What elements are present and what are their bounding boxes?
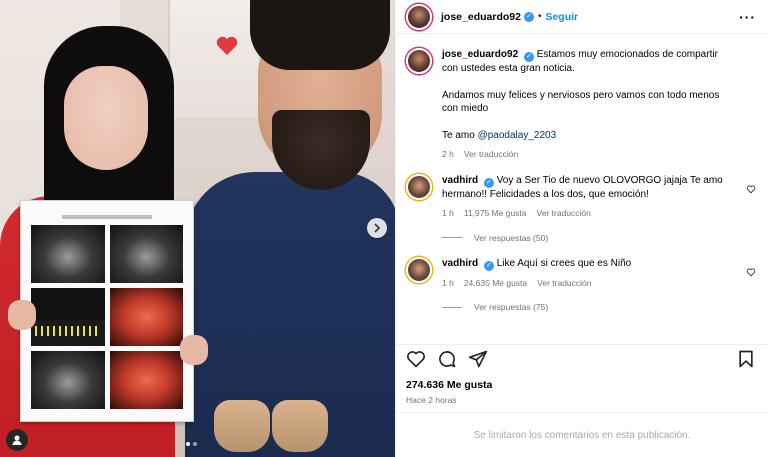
ultrasound-sheet [20,200,194,422]
photo-shelf [168,0,258,118]
more-options-icon[interactable]: ··· [739,9,756,25]
caption-username[interactable]: jose_eduardo92 [442,49,518,60]
post-side-panel: jose_eduardo92 ✓ • Seguir ··· jose_eduar… [395,0,768,457]
header-separator: • [537,11,542,22]
ultrasound-grid [31,225,183,409]
author-username[interactable]: jose_eduardo92 [441,11,521,23]
view-replies-label: Ver respuestas (50) [474,232,549,243]
comments-list[interactable]: jose_eduardo92 ✓ Estamos muy emocionados… [396,40,768,340]
hand [180,335,208,365]
caption-avatar[interactable] [406,48,432,74]
verified-icon: ✓ [483,177,494,188]
caption-age: 2 h [442,149,454,159]
carousel-dot [186,442,190,446]
author-avatar[interactable] [406,3,432,30]
carousel-dots [186,442,197,446]
comment-item: vadhird ✓ Like Aquí si crees que es Niño… [406,256,756,291]
comment-meta: 1 h 24,635 Me gusta Ver traducción [442,277,727,291]
heart-icon[interactable] [406,349,426,369]
ultrasound-scan [31,225,105,283]
heart-icon[interactable] [746,184,756,194]
heart-icon[interactable] [746,267,756,277]
caption-body: jose_eduardo92 ✓ Estamos muy emocionados… [442,48,727,162]
verified-icon: ✓ [523,52,534,62]
replies-divider [442,306,462,308]
ultrasound-3d-scan [109,351,183,409]
man-hair [250,0,390,70]
ultrasound-3d-scan [109,288,183,346]
caption: jose_eduardo92 ✓ Estamos muy emocionados… [406,48,756,162]
comment-text: Like Aquí si crees que es Niño [496,257,632,269]
view-replies-button[interactable]: Ver respuestas (50) [442,233,756,243]
comment-meta: 1 h 11,975 Me gusta Ver traducción [442,207,727,221]
ultrasound-scan [109,225,183,283]
wall-heart-decoration [216,36,238,55]
tagged-users-button[interactable] [6,429,28,451]
follow-button[interactable]: Seguir [545,11,578,23]
comment-age: 1 h [442,277,454,288]
comment-likes[interactable]: 24,635 Me gusta [464,277,527,291]
user-tag-icon [12,435,22,445]
comment-body: vadhird ✓ Like Aquí si crees que es Niño… [442,257,727,291]
translate-button[interactable]: Ver traducción [537,207,591,221]
view-replies-label: Ver respuestas (75) [474,302,549,312]
translate-button[interactable]: Ver traducción [464,148,518,162]
comments-limited-notice: Se limitaron los comentarios en esta pub… [396,412,768,457]
post-header: jose_eduardo92 ✓ • Seguir ··· [396,0,768,34]
translate-button[interactable]: Ver traducción [537,277,591,291]
comment-body: vadhird ✓ Voy a Ser Tio de nuevo OLOVORG… [442,174,727,221]
comment-age: 1 h [442,208,454,218]
comment-username[interactable]: vadhird [442,258,478,269]
commenter-avatar[interactable] [406,256,432,283]
replies-divider [442,237,462,238]
woman-face [64,66,148,170]
comment-username[interactable]: vadhird [442,175,478,186]
comment-text: Voy a Ser Tio de nuevo OLOVORGO jajaja T… [442,174,723,200]
caption-text-3: Te amo [442,129,478,141]
mention-link[interactable]: @paodalay_2203 [478,130,557,141]
ultrasound-scan [31,351,105,409]
verified-icon: ✓ [523,11,534,22]
action-bar [396,344,768,372]
share-icon[interactable] [468,349,488,369]
ultrasound-heartbeat-scan [31,288,105,346]
ultrasound-sheet-heading [62,215,152,219]
bookmark-icon[interactable] [736,349,756,369]
caption-text-2: Andamos muy felices y nerviosos pero vam… [442,89,720,115]
comment-likes[interactable]: 11,975 Me gusta [464,207,527,221]
post-time: Hace 2 horas [406,395,457,405]
baby-shoes [214,392,330,454]
comment-item: vadhird ✓ Voy a Ser Tio de nuevo OLOVORG… [406,173,756,221]
commenter-avatar[interactable] [406,173,432,200]
verified-icon: ✓ [483,260,494,271]
hand [8,300,36,330]
baby-shoe [214,400,270,452]
view-replies-button[interactable]: Ver respuestas (75) [442,302,756,312]
carousel-dot [193,442,197,446]
carousel-next-button[interactable] [367,218,387,238]
comment-icon[interactable] [437,349,457,369]
chevron-right-icon [374,223,381,233]
instagram-post-modal: jose_eduardo92 ✓ • Seguir ··· jose_eduar… [0,0,768,457]
likes-count[interactable]: 274.636 Me gusta [406,379,492,391]
post-photo[interactable] [0,0,395,457]
caption-meta: 2 h Ver traducción [442,148,727,162]
baby-shoe [272,400,328,452]
